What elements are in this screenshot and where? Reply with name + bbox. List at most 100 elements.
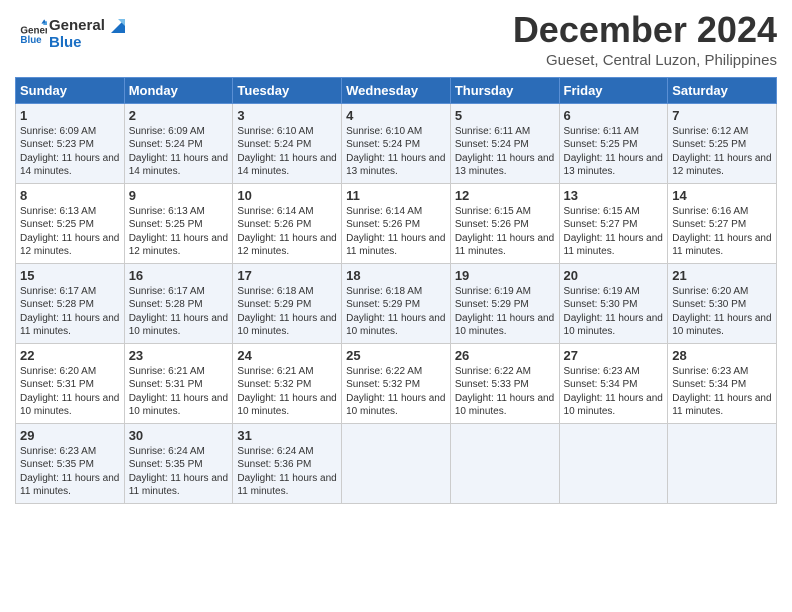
day-cell: 24 Sunrise: 6:21 AMSunset: 5:32 PMDayligh… [233,343,342,423]
day-cell: 18 Sunrise: 6:18 AMSunset: 5:29 PMDayligh… [342,263,451,343]
day-cell: 9Sunrise: 6:13 AMSunset: 5:25 PMDaylight… [124,183,233,263]
day-cell [559,423,668,503]
calendar-header: SundayMondayTuesdayWednesdayThursdayFrid… [16,77,777,103]
day-number: 18 [346,268,446,283]
day-cell: 16 Sunrise: 6:17 AMSunset: 5:28 PMDayligh… [124,263,233,343]
day-info: Sunrise: 6:23 AMSunset: 5:34 PMDaylight:… [564,365,664,419]
header-friday: Friday [559,77,668,103]
day-number: 30 [129,428,229,443]
day-cell [450,423,559,503]
day-info: Sunrise: 6:16 AMSunset: 5:27 PMDaylight:… [672,205,772,259]
week-row-4: 22 Sunrise: 6:20 AMSunset: 5:31 PMDayligh… [16,343,777,423]
logo-blue: Blue [49,35,125,52]
calendar-body: 1 Sunrise: 6:09 AMSunset: 5:23 PMDaylight… [16,103,777,503]
day-info: Sunrise: 6:10 AMSunset: 5:24 PMDaylight:… [346,125,446,179]
day-number: 9 [129,188,229,203]
day-info: Sunrise: 6:13 AMSunset: 5:25 PMDaylight:… [20,205,120,259]
day-info: Sunrise: 6:15 AMSunset: 5:26 PMDaylight:… [455,205,555,259]
day-cell: 3Sunrise: 6:10 AMSunset: 5:24 PMDaylight… [233,103,342,183]
day-number: 5 [455,108,555,123]
day-number: 23 [129,348,229,363]
day-info: Sunrise: 6:21 AMSunset: 5:31 PMDaylight:… [129,365,229,419]
day-number: 24 [237,348,337,363]
day-number: 16 [129,268,229,283]
day-cell: 1 Sunrise: 6:09 AMSunset: 5:23 PMDaylight… [16,103,125,183]
day-number: 17 [237,268,337,283]
day-cell: 11 Sunrise: 6:14 AMSunset: 5:26 PMDayligh… [342,183,451,263]
day-info: Sunrise: 6:12 AMSunset: 5:25 PMDaylight:… [672,125,772,179]
day-number: 7 [672,108,772,123]
day-number: 3 [237,108,337,123]
day-info: Sunrise: 6:17 AMSunset: 5:28 PMDaylight:… [20,285,120,339]
day-cell: 28 Sunrise: 6:23 AMSunset: 5:34 PMDayligh… [668,343,777,423]
day-number: 6 [564,108,664,123]
day-info: Sunrise: 6:14 AMSunset: 5:26 PMDaylight:… [237,205,337,259]
day-number: 11 [346,188,446,203]
day-number: 2 [129,108,229,123]
day-cell: 19Sunrise: 6:19 AMSunset: 5:29 PMDayligh… [450,263,559,343]
day-cell: 26Sunrise: 6:22 AMSunset: 5:33 PMDayligh… [450,343,559,423]
week-row-2: 8 Sunrise: 6:13 AMSunset: 5:25 PMDaylight… [16,183,777,263]
day-cell: 20 Sunrise: 6:19 AMSunset: 5:30 PMDayligh… [559,263,668,343]
logo: General Blue General Blue [15,18,125,51]
day-number: 4 [346,108,446,123]
day-cell: 14 Sunrise: 6:16 AMSunset: 5:27 PMDayligh… [668,183,777,263]
day-number: 31 [237,428,337,443]
day-number: 26 [455,348,555,363]
day-info: Sunrise: 6:18 AMSunset: 5:29 PMDaylight:… [237,285,337,339]
day-cell: 12Sunrise: 6:15 AMSunset: 5:26 PMDayligh… [450,183,559,263]
day-cell: 4 Sunrise: 6:10 AMSunset: 5:24 PMDaylight… [342,103,451,183]
day-cell: 21 Sunrise: 6:20 AMSunset: 5:30 PMDayligh… [668,263,777,343]
day-info: Sunrise: 6:23 AMSunset: 5:35 PMDaylight:… [20,445,120,499]
day-info: Sunrise: 6:15 AMSunset: 5:27 PMDaylight:… [564,205,664,259]
logo-triangle-icon [111,19,125,33]
day-number: 14 [672,188,772,203]
day-number: 10 [237,188,337,203]
day-number: 20 [564,268,664,283]
logo-general: General [49,17,105,34]
day-cell: 17 Sunrise: 6:18 AMSunset: 5:29 PMDayligh… [233,263,342,343]
day-cell: 23 Sunrise: 6:21 AMSunset: 5:31 PMDayligh… [124,343,233,423]
day-number: 29 [20,428,120,443]
day-cell: 13 Sunrise: 6:15 AMSunset: 5:27 PMDayligh… [559,183,668,263]
day-info: Sunrise: 6:19 AMSunset: 5:30 PMDaylight:… [564,285,664,339]
day-cell [342,423,451,503]
day-info: Sunrise: 6:09 AMSunset: 5:23 PMDaylight:… [20,125,120,179]
day-info: Sunrise: 6:14 AMSunset: 5:26 PMDaylight:… [346,205,446,259]
day-number: 21 [672,268,772,283]
day-cell: 5 Sunrise: 6:11 AMSunset: 5:24 PMDaylight… [450,103,559,183]
calendar-table: SundayMondayTuesdayWednesdayThursdayFrid… [15,77,777,504]
day-info: Sunrise: 6:18 AMSunset: 5:29 PMDaylight:… [346,285,446,339]
day-info: Sunrise: 6:21 AMSunset: 5:32 PMDaylight:… [237,365,337,419]
day-number: 13 [564,188,664,203]
day-cell: 8 Sunrise: 6:13 AMSunset: 5:25 PMDaylight… [16,183,125,263]
title-area: December 2024 Gueset, Central Luzon, Phi… [513,10,777,69]
logo-icon: General Blue [19,18,47,46]
week-row-3: 15 Sunrise: 6:17 AMSunset: 5:28 PMDayligh… [16,263,777,343]
page-header: General Blue General Blue December 2024 … [15,10,777,69]
day-info: Sunrise: 6:23 AMSunset: 5:34 PMDaylight:… [672,365,772,419]
svg-text:Blue: Blue [20,35,42,46]
day-info: Sunrise: 6:20 AMSunset: 5:31 PMDaylight:… [20,365,120,419]
day-number: 15 [20,268,120,283]
day-cell: 22 Sunrise: 6:20 AMSunset: 5:31 PMDayligh… [16,343,125,423]
day-info: Sunrise: 6:11 AMSunset: 5:24 PMDaylight:… [455,125,555,179]
header-thursday: Thursday [450,77,559,103]
day-number: 25 [346,348,446,363]
day-number: 28 [672,348,772,363]
day-number: 1 [20,108,120,123]
header-row: SundayMondayTuesdayWednesdayThursdayFrid… [16,77,777,103]
day-info: Sunrise: 6:22 AMSunset: 5:32 PMDaylight:… [346,365,446,419]
day-number: 8 [20,188,120,203]
day-cell: 27 Sunrise: 6:23 AMSunset: 5:34 PMDayligh… [559,343,668,423]
day-info: Sunrise: 6:17 AMSunset: 5:28 PMDaylight:… [129,285,229,339]
day-cell: 30Sunrise: 6:24 AMSunset: 5:35 PMDayligh… [124,423,233,503]
location-title: Gueset, Central Luzon, Philippines [513,52,777,69]
day-info: Sunrise: 6:11 AMSunset: 5:25 PMDaylight:… [564,125,664,179]
header-sunday: Sunday [16,77,125,103]
day-number: 27 [564,348,664,363]
header-wednesday: Wednesday [342,77,451,103]
day-cell: 15 Sunrise: 6:17 AMSunset: 5:28 PMDayligh… [16,263,125,343]
day-info: Sunrise: 6:20 AMSunset: 5:30 PMDaylight:… [672,285,772,339]
day-number: 22 [20,348,120,363]
